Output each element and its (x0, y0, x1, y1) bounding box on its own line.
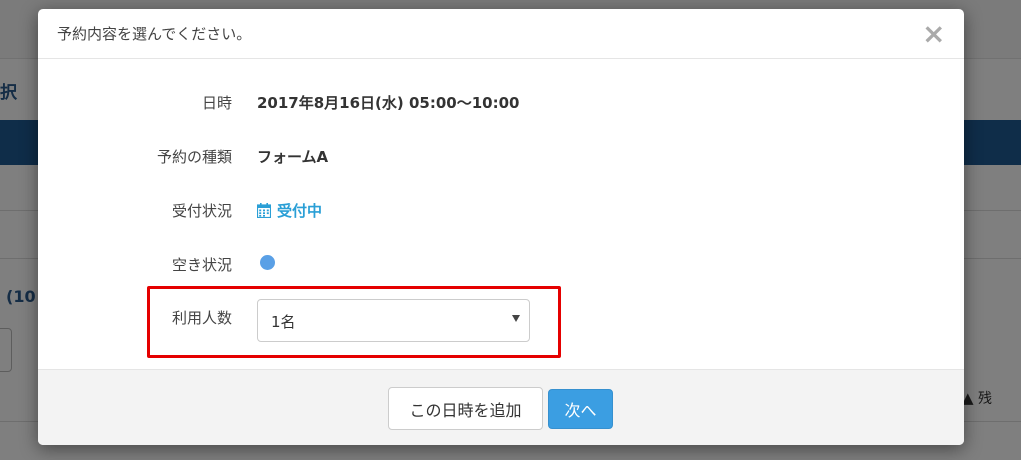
modal-header: 予約内容を選んでください。 × (38, 9, 964, 59)
people-count-label: 利用人数 (171, 309, 232, 327)
reception-status-label: 受付状況 (171, 202, 232, 220)
reception-status: 受付中 (256, 200, 323, 221)
add-datetime-button[interactable]: この日時を追加 (388, 387, 543, 430)
availability-indicator (260, 255, 275, 270)
modal-title: 予約内容を選んでください。 (57, 25, 252, 43)
close-icon[interactable]: × (922, 20, 945, 48)
datetime-value: 2017年8月16日(水) 05:00〜10:00 (257, 94, 520, 112)
next-button[interactable]: 次へ (548, 389, 613, 429)
reservation-type-label: 予約の種類 (156, 148, 232, 166)
calendar-icon (256, 203, 272, 219)
datetime-label: 日時 (201, 94, 232, 112)
availability-label: 空き状況 (171, 256, 232, 274)
people-count-value: 1名 (271, 313, 296, 331)
reception-status-value: 受付中 (277, 202, 323, 220)
people-count-select[interactable]: 1名 (257, 299, 530, 342)
reservation-modal: 予約内容を選んでください。 × 日時 2017年8月16日(水) 05:00〜1… (38, 9, 964, 445)
modal-footer: この日時を追加 次へ (38, 369, 964, 445)
caret-down-icon (512, 315, 520, 322)
reservation-type-value: フォームA (257, 148, 329, 166)
